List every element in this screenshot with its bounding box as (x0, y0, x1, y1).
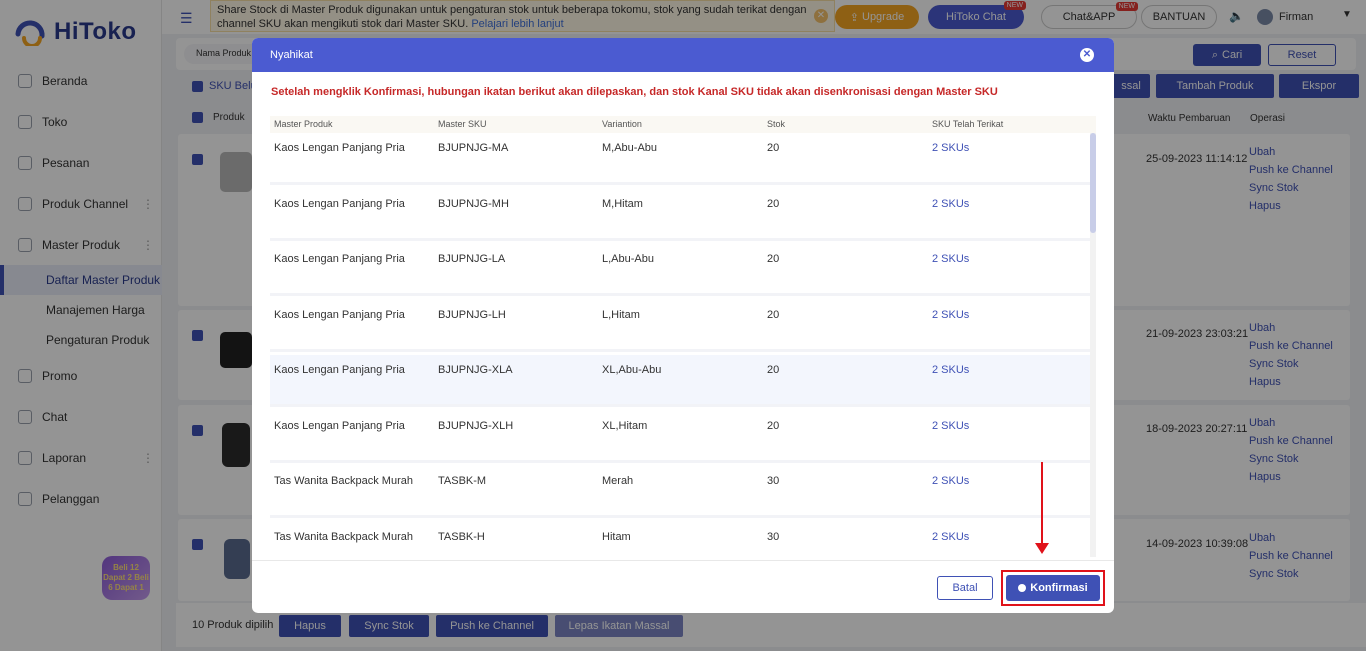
cell-produk: Kaos Lengan Panjang Pria (274, 364, 405, 376)
cell-produk: Kaos Lengan Panjang Pria (274, 420, 405, 432)
sku-bound-link[interactable]: 2 SKUs (932, 309, 969, 321)
header-stok: Stok (767, 119, 786, 129)
cell-variation: Merah (602, 475, 634, 487)
cell-variation: L,Hitam (602, 309, 640, 321)
header-master-sku: Master SKU (438, 119, 487, 129)
cell-produk: Tas Wanita Backpack Murah (274, 531, 413, 543)
cell-stok: 20 (767, 420, 780, 432)
cancel-button[interactable]: Batal (937, 576, 993, 600)
sku-bound-link[interactable]: 2 SKUs (932, 253, 969, 265)
cell-variation: L,Abu-Abu (602, 253, 654, 265)
cell-sku: BJUPNJG-MA (438, 142, 509, 154)
scrollbar-thumb[interactable] (1090, 133, 1096, 233)
cell-produk: Tas Wanita Backpack Murah (274, 475, 413, 487)
sku-bound-link[interactable]: 2 SKUs (932, 198, 969, 210)
confirm-label: Konfirmasi (1030, 582, 1088, 594)
confirm-button[interactable]: Konfirmasi (1006, 575, 1100, 601)
header-variation: Variantion (602, 119, 642, 129)
table-row: Kaos Lengan Panjang Pria BJUPNJG-LA L,Ab… (270, 244, 1090, 296)
warning-text: Setelah mengklik Konfirmasi, hubungan ik… (271, 86, 998, 98)
cell-sku: BJUPNJG-LA (438, 253, 506, 265)
close-icon[interactable]: ✕ (1080, 48, 1094, 62)
cell-stok: 20 (767, 253, 780, 265)
cell-produk: Kaos Lengan Panjang Pria (274, 142, 405, 154)
cell-produk: Kaos Lengan Panjang Pria (274, 309, 405, 321)
cell-sku: TASBK-M (438, 475, 487, 487)
modal-header: Nyahikat ✕ (252, 38, 1114, 72)
cell-variation: XL,Hitam (602, 420, 648, 432)
cell-produk: Kaos Lengan Panjang Pria (274, 198, 405, 210)
confirm-highlight: Konfirmasi (1001, 570, 1105, 606)
cell-stok: 20 (767, 364, 780, 376)
header-sku-terikat: SKU Telah Terikat (932, 119, 1004, 129)
table-row: Kaos Lengan Panjang Pria BJUPNJG-MA M,Ab… (270, 133, 1090, 185)
header-master-produk: Master Produk (274, 119, 333, 129)
modal-table-header: Master Produk Master SKU Variantion Stok… (270, 116, 1096, 133)
sku-bound-link[interactable]: 2 SKUs (932, 142, 969, 154)
modal-table-body: Kaos Lengan Panjang Pria BJUPNJG-MA M,Ab… (270, 133, 1096, 557)
check-circle-icon (1018, 584, 1027, 592)
modal-title: Nyahikat (270, 49, 313, 61)
cell-sku: BJUPNJG-XLH (438, 420, 514, 432)
sku-bound-link[interactable]: 2 SKUs (932, 475, 969, 487)
unbind-modal: Nyahikat ✕ Setelah mengklik Konfirmasi, … (252, 38, 1114, 613)
cell-sku: BJUPNJG-LH (438, 309, 506, 321)
cell-sku: BJUPNJG-MH (438, 198, 509, 210)
cell-sku: BJUPNJG-XLA (438, 364, 513, 376)
table-row: Tas Wanita Backpack Murah TASBK-H Hitam … (270, 522, 1090, 557)
annotation-arrow-head (1035, 543, 1049, 554)
cell-variation: M,Hitam (602, 198, 643, 210)
sku-bound-link[interactable]: 2 SKUs (932, 364, 969, 376)
cell-stok: 20 (767, 198, 780, 210)
modal-footer: Batal Konfirmasi (252, 560, 1114, 613)
table-row: Kaos Lengan Panjang Pria BJUPNJG-XLH XL,… (270, 411, 1090, 463)
annotation-arrow-line (1041, 462, 1043, 546)
cell-sku: TASBK-H (438, 531, 485, 543)
cell-produk: Kaos Lengan Panjang Pria (274, 253, 405, 265)
table-row: Tas Wanita Backpack Murah TASBK-M Merah … (270, 466, 1090, 518)
cell-variation: XL,Abu-Abu (602, 364, 662, 376)
table-row: Kaos Lengan Panjang Pria BJUPNJG-MH M,Hi… (270, 189, 1090, 241)
cell-variation: Hitam (602, 531, 631, 543)
sku-bound-link[interactable]: 2 SKUs (932, 531, 969, 543)
sku-bound-link[interactable]: 2 SKUs (932, 420, 969, 432)
table-row: Kaos Lengan Panjang Pria BJUPNJG-XLA XL,… (270, 355, 1090, 407)
cell-stok: 20 (767, 142, 780, 154)
table-row: Kaos Lengan Panjang Pria BJUPNJG-LH L,Hi… (270, 300, 1090, 352)
cell-stok: 30 (767, 475, 780, 487)
cell-variation: M,Abu-Abu (602, 142, 658, 154)
cell-stok: 30 (767, 531, 780, 543)
cell-stok: 20 (767, 309, 780, 321)
